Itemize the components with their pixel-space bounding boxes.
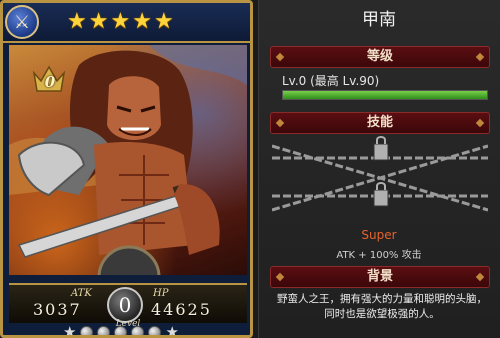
hero-bio: 野蛮人之王，拥有强大的力量和聪明的头脑，同时也是欲望极强的人。 [277, 293, 487, 320]
gem-icon [114, 326, 128, 335]
hp-label: HP [153, 288, 169, 299]
hero-name: 甲南 [362, 10, 396, 30]
upgrade-gems: ★ ★ [63, 323, 179, 338]
skill-name: Super [361, 228, 397, 242]
star-icon: ★ [132, 9, 152, 34]
level-text: Lv.0 (最高 Lv.90) [282, 74, 380, 88]
gem-icon [97, 326, 111, 335]
atk-value: 3037 [33, 300, 82, 319]
star-icon: ★ [165, 323, 179, 338]
gem-icon [131, 326, 145, 335]
star-icon: ★ [63, 323, 77, 338]
lock-icon [373, 182, 389, 207]
crossed-swords-icon: ⚔ [5, 5, 39, 39]
gem-icon [148, 326, 162, 335]
star-icon: ★ [67, 9, 87, 34]
hp-value: 44625 [151, 300, 212, 319]
star-icon: ★ [88, 9, 109, 34]
level-progress-fill [283, 91, 487, 99]
gem-icon [80, 326, 94, 335]
skill-section-header: 技能 [270, 112, 490, 134]
level-progress-bar [282, 90, 488, 100]
atk-label: ATK [71, 288, 92, 299]
crown-level: 0 [44, 73, 56, 91]
lock-icon [373, 136, 389, 161]
skill-description: ATK + 100% 攻击 [336, 250, 422, 261]
level-medal: 0 [107, 287, 143, 323]
bio-section-header: 背景 [270, 266, 490, 288]
star-icon: ★ [110, 9, 131, 34]
rarity-stars: ★ ★ ★ ★ ★ [67, 10, 174, 34]
star-icon: ★ [153, 9, 174, 34]
hero-card[interactable]: ⚔ ★ ★ ★ ★ ★ 0 ATK 3037 HP 44625 0 Level … [0, 0, 253, 338]
level-section-header: 等级 [270, 46, 490, 68]
skill-locked-chains [272, 136, 488, 212]
